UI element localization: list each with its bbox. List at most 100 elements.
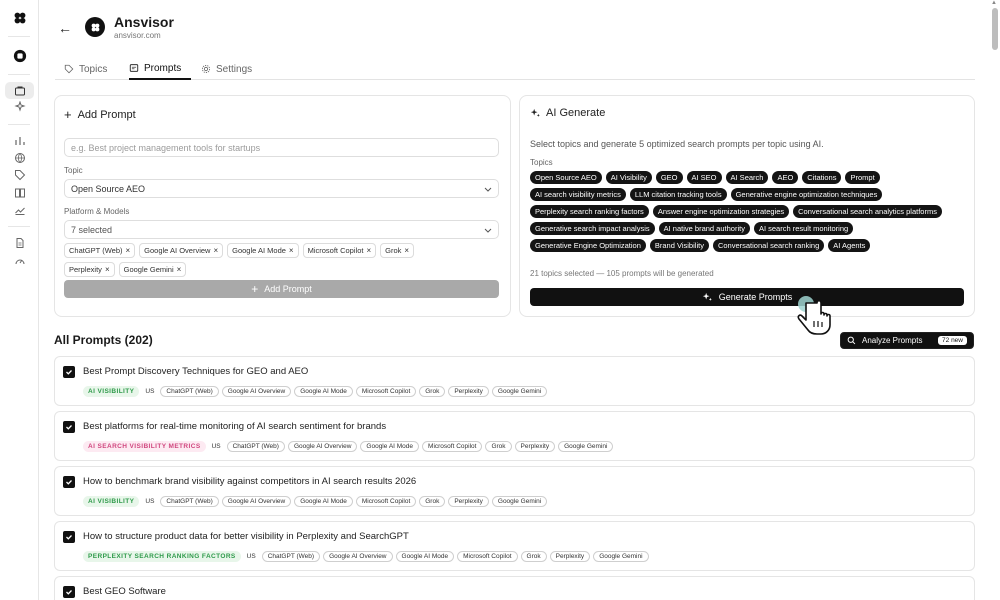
plus-icon: + [251,282,259,296]
row-checkbox[interactable] [63,586,75,598]
topic-chip[interactable]: Citations [802,171,842,184]
topic-chip[interactable]: Perplexity search ranking factors [530,205,649,218]
topic-chip[interactable]: Prompt [845,171,880,184]
close-icon[interactable]: × [177,265,182,274]
model-chip[interactable]: Grok × [380,243,415,258]
prompt-row[interactable]: How to structure product data for better… [54,521,975,571]
close-icon[interactable]: × [105,265,110,274]
topic-chip[interactable]: GEO [655,171,683,184]
topic-chip[interactable]: Generative engine optimization technique… [730,188,883,201]
topic-chip[interactable]: LLM citation tracking tools [629,188,727,201]
tag-icon[interactable] [0,168,39,182]
check-icon [66,370,72,375]
prompt-tags: AI SEARCH VISIBILITY METRICS US ChatGPT … [83,441,614,452]
chevron-down-icon [484,187,492,192]
tab-prompts[interactable]: Prompts [129,58,192,80]
platform-select[interactable]: 7 selected [64,220,499,239]
model-tag: Grok [419,496,446,507]
brand-url: ansvisor.com [114,31,161,40]
prompt-input[interactable]: e.g. Best project management tools for s… [64,138,499,157]
prompt-title: Best Prompt Discovery Techniques for GEO… [83,366,309,377]
ai-generate-description: Select topics and generate 5 optimized s… [530,139,824,149]
model-tag: Google AI Mode [294,386,353,397]
analyze-prompts-button[interactable]: Analyze Prompts 72 new [840,332,974,349]
chevron-down-icon [484,228,492,233]
topic-chip[interactable]: AI Agents [828,239,871,252]
model-chip[interactable]: Microsoft Copilot × [302,243,377,258]
close-icon[interactable]: × [213,246,218,255]
row-checkbox[interactable] [63,476,75,488]
add-prompt-title: + Add Prompt [64,107,136,122]
sparkle-icon [530,108,540,117]
topic-chip[interactable]: AEO [772,171,799,184]
selected-models: ChatGPT (Web) × Google AI Overview × Googl… [64,243,444,277]
topic-chip[interactable]: Conversational search analytics platform… [793,205,942,218]
model-chip[interactable]: Google AI Overview × [139,243,224,258]
topic-chip[interactable]: AI SEO [686,171,722,184]
compare-icon[interactable] [0,186,39,200]
prompt-title: Best platforms for real-time monitoring … [83,421,387,432]
prompt-row[interactable]: Best platforms for real-time monitoring … [54,411,975,461]
row-checkbox[interactable] [63,366,75,378]
close-icon[interactable]: × [404,246,409,255]
country-code: US [211,443,221,450]
scroll-up-arrow-icon[interactable]: ▲ [991,0,997,6]
topic-chip[interactable]: AI search result monitoring [753,222,854,235]
close-icon[interactable]: × [366,246,371,255]
close-icon[interactable]: × [289,246,294,255]
prompt-row[interactable]: Best Prompt Discovery Techniques for GEO… [54,356,975,406]
topic-chip[interactable]: Generative Engine Optimization [530,239,646,252]
add-prompt-button[interactable]: + Add Prompt [64,280,499,298]
gauge-icon[interactable] [0,254,39,268]
ai-generate-title: AI Generate [530,107,605,119]
sparkle-icon [702,292,712,301]
tab-settings[interactable]: Settings [201,58,252,80]
sparkle-icon[interactable] [0,100,39,114]
prompt-tags: PERPLEXITY SEARCH RANKING FACTORS US Cha… [83,551,649,562]
topic-chip[interactable]: Open Source AEO [530,171,602,184]
topic-chip[interactable]: AI Search [725,171,769,184]
model-tag: Perplexity [448,496,489,507]
topic-select[interactable]: Open Source AEO [64,179,499,198]
topic-chip[interactable]: AI search visibility metrics [530,188,626,201]
tab-topics[interactable]: Topics [64,58,107,80]
document-icon[interactable] [0,236,39,250]
model-tag: Google AI Overview [323,551,393,562]
generate-prompts-button[interactable]: Generate Prompts [530,288,964,306]
model-tag: Google AI Mode [294,496,353,507]
model-tag: Google Gemini [593,551,649,562]
workspace-avatar-icon[interactable] [0,48,39,64]
trend-icon[interactable] [0,203,39,217]
back-arrow-icon[interactable]: ← [58,20,72,36]
app-logo-icon[interactable] [0,10,39,26]
model-chip[interactable]: ChatGPT (Web) × [64,243,136,258]
bar-chart-icon[interactable] [0,134,39,148]
model-tag: Perplexity [514,441,556,452]
topic-chip[interactable]: AI native brand authority [658,222,750,235]
new-count-badge: 72 new [938,336,967,345]
topic-chip[interactable]: Brand Visibility [649,239,709,252]
country-code: US [246,553,256,560]
globe-icon[interactable] [0,151,39,165]
check-icon [66,535,72,540]
close-icon[interactable]: × [126,246,131,255]
scrollbar-thumb[interactable] [992,8,998,50]
row-checkbox[interactable] [63,531,75,543]
check-icon [66,480,72,485]
model-tag: Grok [419,386,446,397]
row-checkbox[interactable] [63,421,75,433]
brands-icon[interactable] [0,82,39,99]
model-tag: ChatGPT (Web) [226,441,285,452]
prompt-row[interactable]: How to benchmark brand visibility agains… [54,466,975,516]
topics-label: Topics [530,158,553,167]
topic-chip[interactable]: Conversational search ranking [712,239,825,252]
model-tag: Perplexity [549,551,591,562]
topic-chip[interactable]: AI Visibility [605,171,652,184]
model-chip[interactable]: Google Gemini × [118,262,187,277]
model-chip[interactable]: Perplexity × [64,262,115,277]
brand-name: Ansvisor [114,14,174,30]
topic-chip[interactable]: Answer engine optimization strategies [652,205,790,218]
topic-chip[interactable]: Generative search impact analysis [530,222,655,235]
prompt-row[interactable]: Best GEO Software [54,576,975,600]
model-chip[interactable]: Google AI Mode × [227,243,299,258]
